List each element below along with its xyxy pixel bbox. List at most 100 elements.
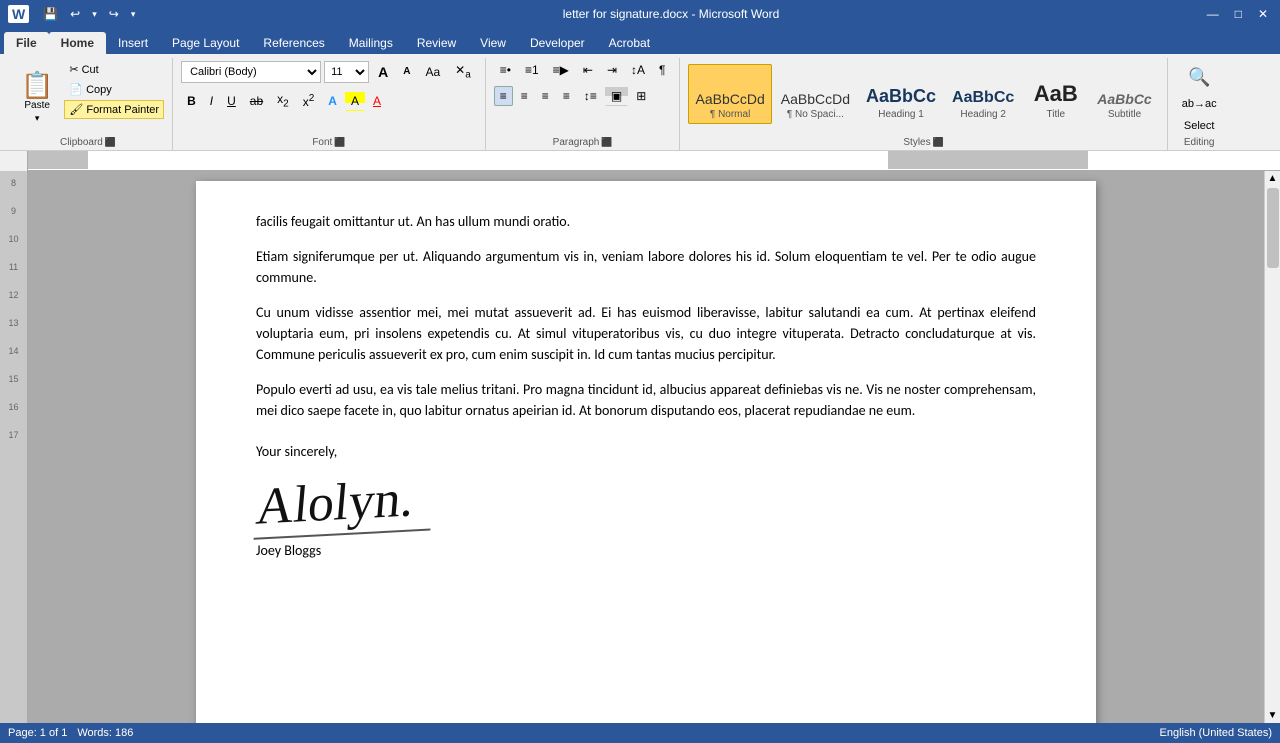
subscript-button[interactable]: x2 (271, 89, 295, 112)
vertical-scrollbar[interactable]: ▲ ▼ (1264, 171, 1280, 723)
shading-button[interactable]: ▣ (605, 86, 628, 106)
status-bar: Page: 1 of 1 Words: 186 English (United … (0, 723, 1280, 743)
format-painter-button[interactable]: 🖌 Format Painter (64, 100, 164, 119)
cut-button[interactable]: ✂ Cut (64, 60, 164, 79)
para-row-1: ≡• ≡1 ≡▶ ⇤ ⇥ ↕A ¶ (494, 60, 672, 80)
decrease-indent-button[interactable]: ⇤ (577, 60, 599, 80)
editing-group: 🔍 ab→ac Select Editing (1168, 58, 1231, 150)
clipboard-controls: 📋 Paste ▾ ✂ Cut 📄 Copy 🖌 Format Painter (12, 60, 164, 135)
main-area: 8 9 10 11 12 13 14 15 16 17 facilis feug… (0, 171, 1280, 723)
scroll-thumb[interactable] (1267, 188, 1279, 268)
tab-developer[interactable]: Developer (518, 32, 597, 54)
font-row-2: B I U ab x2 x2 A A A (181, 89, 387, 112)
font-family-select[interactable]: Calibri (Body) (181, 61, 321, 83)
style-subtitle-preview: AaBbCc (1097, 91, 1151, 107)
maximize-button[interactable]: □ (1231, 5, 1246, 23)
minimize-button[interactable]: — (1203, 5, 1223, 23)
paragraph-label: Paragraph ⬛ (553, 135, 613, 148)
copy-button[interactable]: 📄 Copy (64, 80, 164, 99)
style-normal-label: ¶ Normal (710, 109, 750, 120)
grow-font-button[interactable]: A (372, 61, 394, 83)
redo-button[interactable]: ↪ (105, 5, 123, 23)
para-row-2: ≡ ≡ ≡ ≡ ↕≡ ▣ ⊞ (494, 86, 652, 106)
style-subtitle[interactable]: AaBbCc Subtitle (1090, 64, 1158, 124)
style-heading2[interactable]: AaBbCc Heading 2 (945, 64, 1021, 124)
strikethrough-button[interactable]: ab (244, 91, 269, 111)
title-bar: W 💾 ↩ ▾ ↪ ▾ letter for signature.docx - … (0, 0, 1280, 28)
replace-button[interactable]: ab→ac (1176, 95, 1223, 113)
font-color-button[interactable]: A (367, 91, 387, 111)
undo-button[interactable]: ↩ (66, 5, 84, 23)
word-count: Words: 186 (77, 727, 133, 739)
tab-references[interactable]: References (251, 32, 336, 54)
shrink-font-button[interactable]: A (397, 63, 416, 80)
tab-acrobat[interactable]: Acrobat (597, 32, 662, 54)
clear-format-button[interactable]: ✕a (449, 60, 477, 83)
signature-block: Alolyn. (256, 477, 1036, 535)
undo-dropdown[interactable]: ▾ (88, 7, 101, 22)
document-area[interactable]: facilis feugait omittantur ut. An has ul… (28, 171, 1264, 723)
superscript-button[interactable]: x2 (297, 90, 321, 112)
text-effects-button[interactable]: A (322, 91, 343, 111)
title-bar-left: W 💾 ↩ ▾ ↪ ▾ (8, 5, 139, 23)
paragraph-4: Populo everti ad usu, ea vis tale melius… (256, 379, 1036, 421)
change-case-button[interactable]: Aa (419, 62, 446, 82)
underline-button[interactable]: U (221, 91, 242, 111)
clipboard-expand[interactable]: ⬛ (105, 137, 116, 148)
paste-dropdown[interactable]: ▾ (35, 113, 40, 124)
tab-insert[interactable]: Insert (106, 32, 160, 54)
line-spacing-button[interactable]: ↕≡ (578, 86, 603, 106)
align-left-button[interactable]: ≡ (494, 86, 513, 106)
clipboard-right: ✂ Cut 📄 Copy 🖌 Format Painter (64, 60, 164, 135)
save-button[interactable]: 💾 (39, 5, 62, 23)
style-h2-label: Heading 2 (960, 109, 1006, 120)
font-size-select[interactable]: 11 (324, 61, 369, 83)
multilevel-button[interactable]: ≡▶ (547, 60, 575, 80)
tab-home[interactable]: Home (49, 32, 106, 54)
italic-button[interactable]: I (204, 91, 219, 111)
bold-button[interactable]: B (181, 91, 202, 111)
find-button[interactable]: 🔍 (1182, 64, 1216, 91)
style-nospace-preview: AaBbCcDd (781, 91, 850, 107)
editing-controls: 🔍 ab→ac Select (1176, 60, 1223, 135)
customize-quick-access[interactable]: ▾ (127, 7, 140, 22)
tab-page-layout[interactable]: Page Layout (160, 32, 251, 54)
text-highlight-button[interactable]: A (345, 91, 365, 111)
style-title[interactable]: AaB Title (1023, 64, 1088, 124)
styles-controls: AaBbCcDd ¶ Normal AaBbCcDd ¶ No Spaci...… (688, 60, 1158, 135)
styles-group: AaBbCcDd ¶ Normal AaBbCcDd ¶ No Spaci...… (680, 58, 1167, 150)
style-normal[interactable]: AaBbCcDd ¶ Normal (688, 64, 771, 124)
document-page[interactable]: facilis feugait omittantur ut. An has ul… (196, 181, 1096, 723)
paragraph-expand[interactable]: ⬛ (601, 137, 612, 148)
styles-expand[interactable]: ⬛ (933, 137, 944, 148)
borders-button[interactable]: ⊞ (630, 86, 652, 106)
font-label: Font ⬛ (312, 135, 345, 148)
paste-button[interactable]: 📋 Paste ▾ (12, 60, 62, 135)
ruler-corner (0, 151, 28, 171)
copy-icon: 📄 (69, 83, 83, 96)
close-button[interactable]: ✕ (1254, 5, 1272, 23)
scroll-down-button[interactable]: ▼ (1266, 708, 1280, 723)
style-heading1[interactable]: AaBbCc Heading 1 (859, 64, 943, 124)
sort-button[interactable]: ↕A (625, 60, 651, 80)
bullets-button[interactable]: ≡• (494, 60, 517, 80)
scroll-up-button[interactable]: ▲ (1266, 171, 1280, 186)
tab-review[interactable]: Review (405, 32, 468, 54)
align-center-button[interactable]: ≡ (515, 86, 534, 106)
tab-mailings[interactable]: Mailings (337, 32, 405, 54)
style-h2-preview: AaBbCc (952, 89, 1014, 107)
font-expand[interactable]: ⬛ (334, 137, 345, 148)
show-formatting-button[interactable]: ¶ (653, 60, 671, 80)
paragraph-3: Cu unum vidisse assentior mei, mei mutat… (256, 302, 1036, 365)
style-normal-preview: AaBbCcDd (695, 91, 764, 107)
tab-file[interactable]: File (4, 32, 49, 54)
numbering-button[interactable]: ≡1 (519, 60, 545, 80)
align-right-button[interactable]: ≡ (536, 86, 555, 106)
select-button[interactable]: Select (1178, 117, 1221, 135)
style-nospace[interactable]: AaBbCcDd ¶ No Spaci... (774, 64, 857, 124)
tab-view[interactable]: View (468, 32, 518, 54)
quick-access-toolbar: 💾 ↩ ▾ ↪ ▾ (39, 5, 139, 23)
style-subtitle-label: Subtitle (1108, 109, 1141, 120)
justify-button[interactable]: ≡ (557, 86, 576, 106)
increase-indent-button[interactable]: ⇥ (601, 60, 623, 80)
